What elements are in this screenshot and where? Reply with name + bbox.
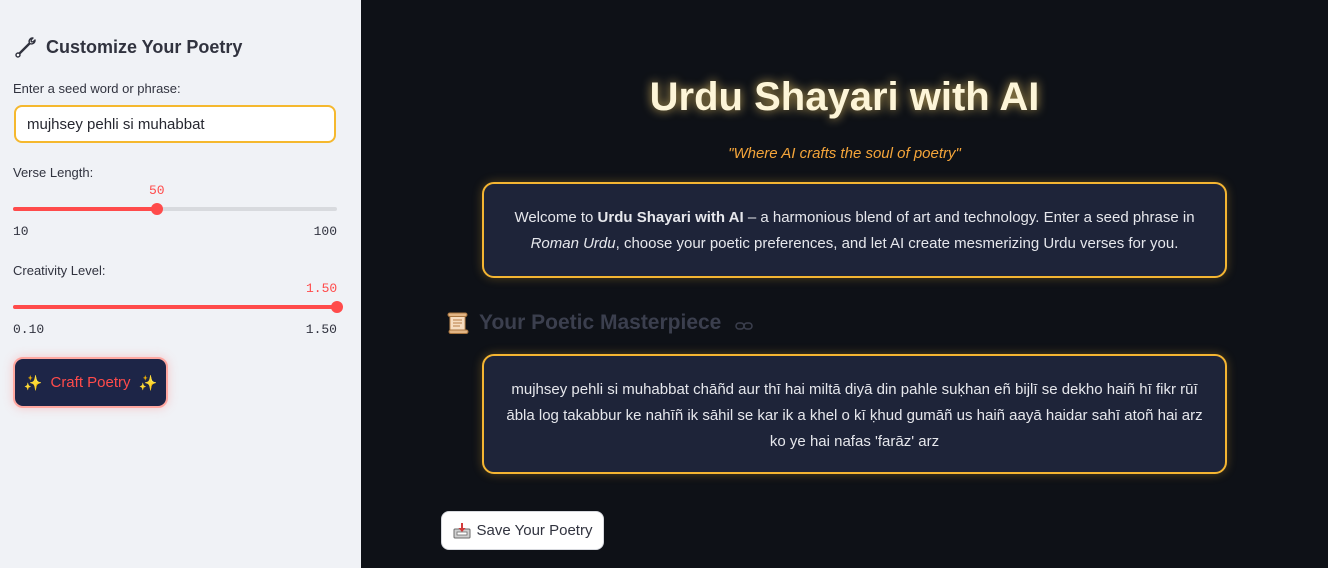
scroll-icon: [445, 310, 471, 336]
creativity-slider[interactable]: 1.50: [13, 281, 343, 313]
save-poetry-label: Save Your Poetry: [476, 522, 593, 539]
intro-text-3: , choose your poetic preferences, and le…: [615, 235, 1179, 252]
wrench-icon: [14, 35, 38, 59]
main-content: Urdu Shayari with AI "Where AI crafts th…: [361, 0, 1328, 568]
verse-text: mujhsey pehli si muhabbat chāñd aur thī …: [506, 381, 1203, 450]
section-title: Your Poetic Masterpiece: [479, 311, 722, 334]
intro-app-name: Urdu Shayari with AI: [597, 209, 744, 226]
creativity-fill: [13, 305, 337, 309]
intro-text-2: – a harmonious blend of art and technolo…: [743, 209, 1195, 226]
verse-card: mujhsey pehli si muhabbat chāñd aur thī …: [482, 354, 1227, 474]
intro-card: Welcome to Urdu Shayari with AI – a harm…: [482, 182, 1227, 278]
verse-length-min: 10: [13, 224, 29, 239]
verse-length-max: 100: [313, 224, 337, 239]
craft-poetry-button[interactable]: ✨ Craft Poetry ✨: [13, 357, 168, 408]
creativity-value: 1.50: [306, 281, 338, 296]
section-header: Your Poetic Masterpiece: [445, 310, 754, 336]
page-title: Urdu Shayari with AI: [649, 75, 1040, 119]
craft-poetry-label: Craft Poetry: [50, 374, 131, 391]
seed-input[interactable]: [14, 105, 336, 143]
creativity-min: 0.10: [13, 322, 45, 337]
verse-length-value: 50: [149, 183, 165, 198]
sparkle-icon: ✨: [138, 374, 158, 392]
sparkle-icon: ✨: [23, 374, 43, 392]
link-icon[interactable]: [735, 318, 754, 330]
verse-length-slider[interactable]: 50: [13, 183, 337, 215]
intro-roman-urdu: Roman Urdu: [530, 235, 616, 252]
inbox-tray-icon: [453, 522, 471, 539]
page-subtitle: "Where AI crafts the soul of poetry": [728, 145, 961, 162]
creativity-max: 1.50: [305, 322, 337, 337]
creativity-label: Creativity Level:: [13, 263, 106, 278]
verse-length-thumb[interactable]: [151, 203, 163, 215]
verse-length-fill: [13, 207, 157, 211]
save-poetry-button[interactable]: Save Your Poetry: [441, 511, 604, 550]
creativity-thumb[interactable]: [331, 301, 343, 313]
intro-text-1: Welcome to: [514, 209, 598, 226]
sidebar-title: Customize Your Poetry: [46, 36, 243, 57]
sidebar: Customize Your Poetry Enter a seed word …: [0, 0, 361, 568]
sidebar-header: Customize Your Poetry: [14, 35, 242, 59]
verse-length-label: Verse Length:: [13, 165, 94, 180]
seed-label: Enter a seed word or phrase:: [13, 81, 181, 96]
